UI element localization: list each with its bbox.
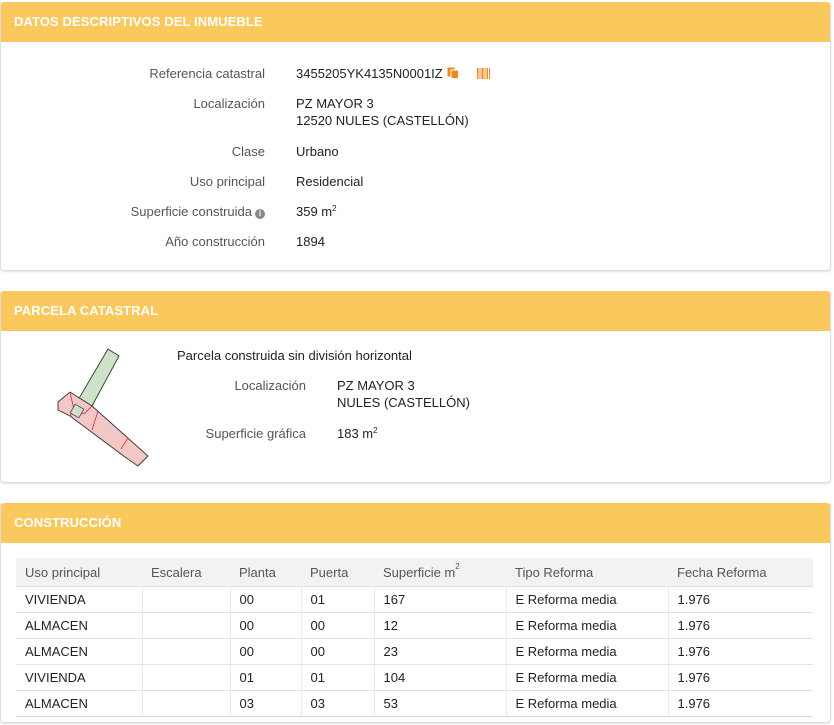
uso-value: Residencial [296,174,364,189]
cell-puerta: 00 [301,612,375,639]
ref-value[interactable]: 3455205YK4135N0001IZ [296,66,443,81]
cell-fecha-reforma: 1.976 [668,612,813,639]
anio-label: Año construcción [165,234,265,249]
col-superficie-exp: 2 [455,561,460,571]
parcela-loc-line1: PZ MAYOR 3 [337,378,415,393]
col-uso: Uso principal [16,558,142,587]
barcode-icon[interactable] [476,66,490,83]
table-row: VIVIENDA 01 01 104 E Reforma media 1.976 [16,664,813,691]
cell-escalera [142,612,231,639]
sup-label-row: Superficie construida i [60,204,265,219]
anio-value: 1894 [296,234,325,249]
cell-superficie: 53 [374,690,507,717]
loc-label: Localización [193,96,265,111]
parcela-loc-value: PZ MAYOR 3 NULES (CASTELLÓN) [337,377,470,411]
parcela-sup-value-row: 183 m2 [337,425,378,442]
cell-uso: VIVIENDA [16,664,143,691]
clase-value: Urbano [296,144,339,159]
cell-fecha-reforma: 1.976 [668,690,813,717]
cell-puerta: 01 [301,664,375,691]
datos-panel: DATOS DESCRIPTIVOS DEL INMUEBLE [0,2,831,271]
cell-escalera [142,638,231,665]
cell-puerta: 03 [301,690,375,717]
loc-line2: 12520 NULES (CASTELLÓN) [296,113,469,128]
construccion-header: CONSTRUCCIÓN [1,503,830,543]
parcela-sup-value: 183 m [337,426,374,441]
cell-uso: VIVIENDA [16,586,143,613]
col-puerta: Puerta [301,558,374,587]
cell-tipo-reforma: E Reforma media [506,664,669,691]
cell-superficie: 104 [374,664,507,691]
table-row: ALMACEN 03 03 53 E Reforma media 1.976 [16,690,813,717]
cell-fecha-reforma: 1.976 [668,586,813,613]
cell-tipo-reforma: E Reforma media [506,612,669,639]
cell-escalera [142,664,231,691]
cell-superficie: 23 [374,638,507,665]
ref-label: Referencia catastral [149,66,265,81]
parcela-loc-label: Localización [234,378,306,393]
loc-line1: PZ MAYOR 3 [296,96,374,111]
cell-planta: 01 [230,664,302,691]
clase-label: Clase [231,144,265,159]
cell-planta: 00 [230,586,302,613]
table-row: VIVIENDA 00 01 167 E Reforma media 1.976 [16,586,813,613]
parcela-loc-line2: NULES (CASTELLÓN) [337,395,470,410]
cell-planta: 03 [230,690,302,717]
cell-superficie: 12 [374,612,507,639]
parcela-sup-exp: 2 [373,426,378,435]
cell-superficie: 167 [374,586,507,613]
cell-puerta: 01 [301,586,375,613]
sup-label: Superficie construida [130,204,252,219]
cell-fecha-reforma: 1.976 [668,664,813,691]
info-icon[interactable]: i [255,209,265,219]
cell-planta: 00 [230,638,302,665]
cell-puerta: 00 [301,638,375,665]
col-fecha-reforma: Fecha Reforma [668,558,813,587]
cell-tipo-reforma: E Reforma media [506,586,669,613]
parcela-desc: Parcela construida sin división horizont… [177,348,412,363]
cell-escalera [142,586,231,613]
table-row: ALMACEN 00 00 23 E Reforma media 1.976 [16,638,813,665]
cell-fecha-reforma: 1.976 [668,638,813,665]
loc-value: PZ MAYOR 3 12520 NULES (CASTELLÓN) [296,95,469,129]
ref-value-row: 3455205YK4135N0001IZ [296,65,490,83]
construccion-table: Uso principal Escalera Planta Puerta Sup… [16,558,813,717]
cell-uso: ALMACEN [16,690,143,717]
parcela-header: PARCELA CATASTRAL [1,291,830,331]
cell-uso: ALMACEN [16,638,143,665]
cell-tipo-reforma: E Reforma media [506,638,669,665]
table-header-row: Uso principal Escalera Planta Puerta Sup… [16,558,813,587]
cell-escalera [142,690,231,717]
cell-planta: 00 [230,612,302,639]
col-escalera: Escalera [142,558,230,587]
sup-value: 359 m [296,204,333,219]
table-row: ALMACEN 00 00 12 E Reforma media 1.976 [16,612,813,639]
parcela-sup-label: Superficie gráfica [205,426,306,441]
col-superficie: Superficie m2 [374,558,506,587]
copy-icon[interactable] [447,66,459,83]
sup-exp: 2 [332,204,337,213]
col-superficie-label: Superficie m [383,564,456,580]
col-planta: Planta [230,558,301,587]
col-tipo-reforma: Tipo Reforma [506,558,668,587]
uso-label: Uso principal [189,174,265,189]
datos-header: DATOS DESCRIPTIVOS DEL INMUEBLE [1,2,830,42]
cell-tipo-reforma: E Reforma media [506,690,669,717]
cell-uso: ALMACEN [16,612,143,639]
sup-value-row: 359 m2 [296,203,337,220]
parcel-map[interactable] [50,342,155,468]
